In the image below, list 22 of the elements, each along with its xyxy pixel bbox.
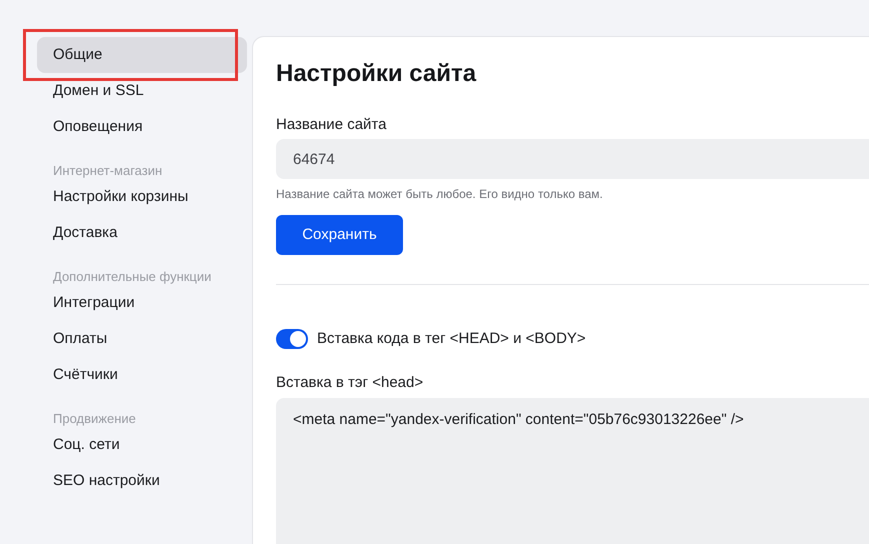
sidebar-item[interactable]: Настройки корзины (37, 179, 247, 215)
sidebar-item[interactable]: Соц. сети (37, 427, 247, 463)
sidebar-item[interactable]: Оповещения (37, 109, 247, 145)
field-label: Вставка в тэг <head> (276, 372, 424, 392)
save-button[interactable]: Сохранить (276, 215, 403, 255)
section-header: Дополнительные функции (53, 269, 212, 285)
sidebar-item[interactable]: Общие (37, 37, 247, 73)
sidebar-item[interactable]: Домен и SSL (37, 73, 247, 109)
section-header: Продвижение (53, 411, 136, 427)
sidebar-item[interactable]: Счётчики (37, 357, 247, 393)
section-header: Интернет-магазин (53, 163, 162, 179)
toggle-label: Вставка кода в тег <HEAD> и <BODY> (317, 329, 586, 349)
site-name-field[interactable]: 64674 (276, 139, 869, 179)
sidebar-item[interactable]: Доставка (37, 215, 247, 251)
page-title: Настройки сайта (276, 59, 478, 89)
field-label: Название сайта (276, 115, 388, 135)
field-hint: Название сайта может быть любое. Его видно только вам. (276, 186, 604, 202)
sidebar-item[interactable]: SEO настройки (37, 463, 247, 499)
sidebar-item[interactable]: Интеграции (37, 285, 247, 321)
head-code-field[interactable]: <meta name="yandex-verification" content="05b76c93013226ee" /> (276, 398, 869, 544)
sidebar-item[interactable]: Оплаты (37, 321, 247, 357)
toggle-switch[interactable] (276, 329, 308, 350)
